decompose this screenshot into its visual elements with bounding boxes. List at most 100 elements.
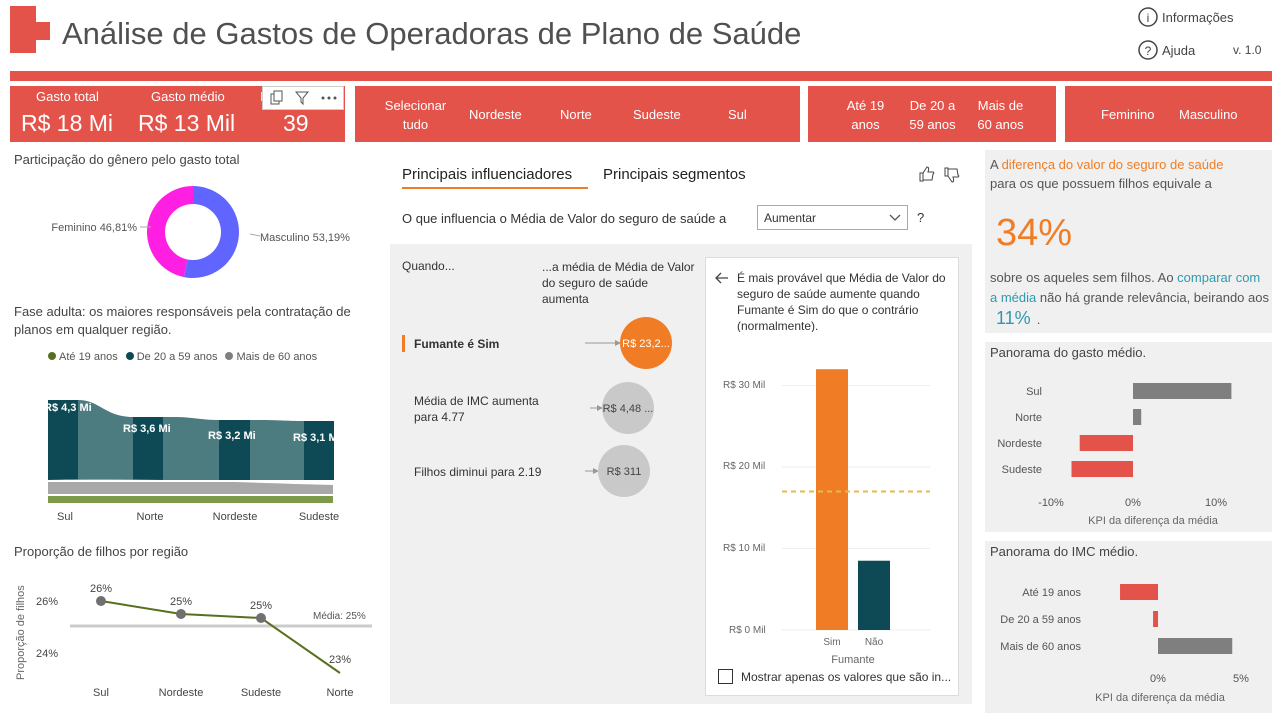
svg-text:i: i <box>1147 11 1150 25</box>
influencer-detail-card: É mais provável que Média de Valor do se… <box>705 257 959 696</box>
children-value-label: 23% <box>329 654 351 666</box>
question-mark: ? <box>917 210 925 225</box>
legend-item-60-mais: Mais de 60 anos <box>225 351 317 363</box>
count-value: 39 <box>283 110 309 136</box>
region-nordeste[interactable]: Nordeste <box>469 107 522 122</box>
influencer-item-filhos[interactable]: Filhos diminui para 2.19 <box>414 465 541 479</box>
ribbon-label-sul: R$ 4,3 Mi <box>44 402 92 414</box>
panorama-gasto-title: Panorama do gasto médio. <box>990 345 1147 360</box>
thumbs-up-icon[interactable] <box>918 165 936 183</box>
pg-ytick: Nordeste <box>997 438 1042 450</box>
age-20-to-59[interactable]: De 20 a 59 anos <box>905 96 960 134</box>
thumbs-down-icon[interactable] <box>943 166 961 184</box>
ribbon-title-line2: planos em qualquer região. <box>14 322 172 337</box>
ribbon-xtick-norte: Norte <box>137 511 164 523</box>
info-button[interactable]: i Informações <box>1138 7 1234 27</box>
ribbon-legend: Até 19 anos De 20 a 59 anos Mais de 60 a… <box>48 351 317 363</box>
gender-donut-chart: Feminino 46,81% Masculino 53,19% <box>51 186 350 278</box>
region-norte[interactable]: Norte <box>560 107 592 122</box>
pg-bar-sul[interactable] <box>1133 383 1232 399</box>
ribbon-label-norte: R$ 3,6 Mi <box>123 423 171 435</box>
info-label: Informações <box>1162 9 1234 25</box>
total-spend-label: Gasto total <box>36 89 99 104</box>
tab-principais-segmentos[interactable]: Principais segmentos <box>603 166 746 184</box>
show-significant-checkbox[interactable] <box>718 669 733 684</box>
children-point-sul <box>96 596 106 606</box>
children-point-nordeste <box>176 609 186 619</box>
pi-xtick-0: 0% <box>1150 673 1166 685</box>
insight-paragraph: sobre os aqueles sem filhos. Ao comparar… <box>990 270 1269 328</box>
children-ylabel: Proporção de filhos <box>15 585 27 680</box>
col-avg-header: ...a média de Média de Valor do seguro d… <box>542 260 695 306</box>
legend-item-ate-19: Até 19 anos <box>48 351 118 363</box>
age-over-60[interactable]: Mais de 60 anos <box>973 96 1028 134</box>
pg-bar-nordeste[interactable] <box>1079 435 1133 451</box>
chevron-down-icon <box>889 214 901 221</box>
influencer-bubbles: R$ 23,2... R$ 4,48 ... R$ 311 <box>585 317 672 497</box>
children-ytick-26: 26% <box>36 596 58 608</box>
filter-icon[interactable] <box>294 90 310 106</box>
detail-bar-sim[interactable] <box>816 369 848 630</box>
more-options-icon[interactable] <box>320 90 338 106</box>
ribbon-xtick-nordeste: Nordeste <box>213 511 258 523</box>
ribbon-label-nordeste: R$ 3,2 Mi <box>208 430 256 442</box>
detail-ytick-0: R$ 0 Mil <box>729 625 766 636</box>
insight-line1: A diferença do valor do seguro de saúde <box>990 157 1224 172</box>
region-select-all[interactable]: Selecionar tudo <box>378 96 453 134</box>
pi-bar-2[interactable] <box>1158 638 1233 654</box>
gender-masculino[interactable]: Masculino <box>1179 107 1238 122</box>
pg-xtick-10: 10% <box>1205 497 1227 509</box>
age-up-to-19[interactable]: Até 19 anos <box>838 96 893 134</box>
gender-filter <box>1065 86 1272 142</box>
tab-principais-influenciadores[interactable]: Principais influenciadores <box>402 166 572 184</box>
logo-square-cut2 <box>36 40 50 53</box>
bubble-filhos-value: R$ 311 <box>607 466 642 478</box>
ribbon-band-ate-19 <box>48 496 333 503</box>
pg-xlabel: KPI da diferença da média <box>1088 515 1219 527</box>
visual-toolbar <box>262 86 344 110</box>
back-arrow-icon[interactable] <box>715 272 729 284</box>
ribbon-xtick-sul: Sul <box>57 511 73 523</box>
donut-label-feminino: Feminino 46,81% <box>51 222 137 234</box>
ribbon-col-sudeste <box>304 421 334 480</box>
ribbon-title-line1: Fase adulta: os maiores responsáveis pel… <box>14 304 351 319</box>
detail-bar-não[interactable] <box>858 560 890 630</box>
children-value-label: 25% <box>170 596 192 608</box>
influencer-item-imc[interactable]: Média de IMC aumenta para 4.77 <box>414 393 544 425</box>
pg-bar-sudeste[interactable] <box>1071 461 1134 477</box>
influencer-selected-bar <box>402 335 405 352</box>
pg-xtick-neg10: -10% <box>1038 497 1064 509</box>
detail-xlabel: Fumante <box>831 654 874 666</box>
children-line-chart: Proporção de filhos 26% 24% Média: 25% 2… <box>15 583 372 699</box>
region-sul[interactable]: Sul <box>728 107 747 122</box>
children-xtick: Sul <box>93 687 109 699</box>
help-button[interactable]: ? Ajuda <box>1138 40 1195 60</box>
children-ytick-24: 24% <box>36 648 58 660</box>
detail-ytick-10: R$ 10 Mil <box>723 543 765 554</box>
svg-text:?: ? <box>1145 44 1152 58</box>
children-point-sudeste <box>256 613 266 623</box>
copy-icon[interactable] <box>268 90 284 106</box>
detail-ytick-20: R$ 20 Mil <box>723 461 765 472</box>
influencer-item-fumante[interactable]: Fumante é Sim <box>414 337 499 351</box>
pg-bar-norte[interactable] <box>1133 409 1142 425</box>
children-value-label: 25% <box>250 600 272 612</box>
pi-bar-0[interactable] <box>1120 584 1158 600</box>
avg-spend-value: R$ 13 Mil <box>138 110 236 136</box>
version-label: v. 1.0 <box>1233 43 1262 57</box>
region-sudeste[interactable]: Sudeste <box>633 107 681 122</box>
detail-text: É mais provável que Média de Valor do se… <box>737 271 946 332</box>
pg-ytick: Norte <box>1015 412 1042 424</box>
checkbox-label: Mostrar apenas os valores que são in... <box>741 670 952 684</box>
gender-feminino[interactable]: Feminino <box>1101 107 1154 122</box>
page-title: Análise de Gastos de Operadoras de Plano… <box>62 16 802 51</box>
influence-direction-dropdown[interactable]: Aumentar <box>757 205 908 230</box>
influencer-question: O que influencia o Média de Valor do seg… <box>402 211 727 226</box>
pi-xtick-5: 5% <box>1233 673 1249 685</box>
children-line-title: Proporção de filhos por região <box>14 544 189 559</box>
legend-item-20-59: De 20 a 59 anos <box>125 351 217 363</box>
pi-bar-1[interactable] <box>1153 611 1158 627</box>
info-icon: i <box>1138 7 1158 27</box>
panorama-imc-title: Panorama do IMC médio. <box>990 544 1139 559</box>
panorama-imc-chart: Até 19 anos De 20 a 59 anos Mais de 60 ano… <box>1000 584 1249 704</box>
